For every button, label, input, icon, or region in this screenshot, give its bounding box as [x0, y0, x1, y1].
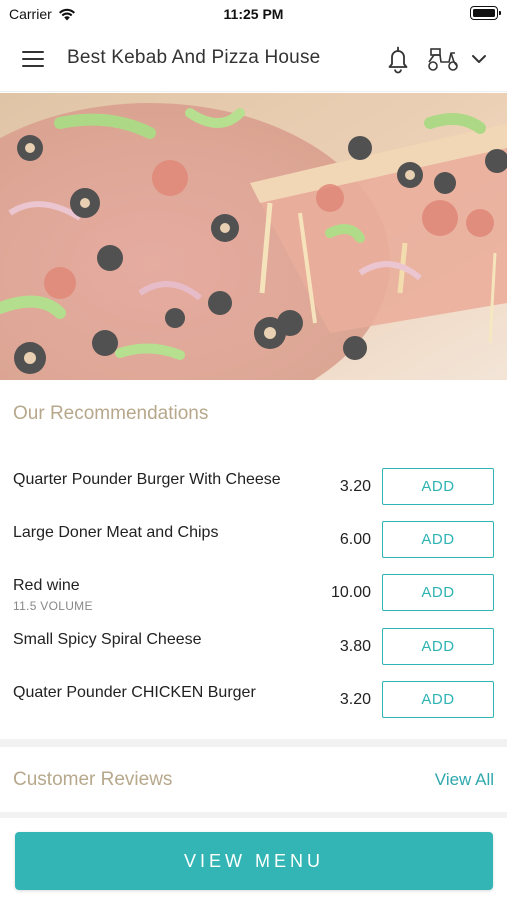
item-name: Large Doner Meat and Chips [13, 524, 219, 541]
item-price: 3.20 [339, 478, 371, 495]
list-item: Large Doner Meat and Chips 6.00 ADD [0, 521, 507, 577]
item-subtitle: 11.5 VOLUME [13, 599, 93, 613]
list-item: Small Spicy Spiral Cheese 3.80 ADD [0, 628, 507, 684]
add-button[interactable]: ADD [382, 628, 494, 665]
item-name: Quater Pounder CHICKEN Burger [13, 684, 256, 701]
app-header: Best Kebab And Pizza House [0, 28, 507, 92]
status-time: 11:25 PM [223, 6, 284, 22]
restaurant-title: Best Kebab And Pizza House [67, 47, 321, 68]
item-name: Red wine [13, 577, 80, 594]
status-bar: Carrier 11:25 PM [0, 0, 507, 28]
add-button[interactable]: ADD [382, 681, 494, 718]
hero-pizza-image [0, 93, 507, 380]
item-price: 3.20 [339, 691, 371, 708]
view-menu-button[interactable]: VIEW MENU [15, 832, 493, 890]
item-price: 6.00 [339, 531, 371, 548]
add-button[interactable]: ADD [382, 574, 494, 611]
scooter-delivery-icon[interactable] [426, 45, 460, 73]
add-button[interactable]: ADD [382, 468, 494, 505]
add-button[interactable]: ADD [382, 521, 494, 558]
hamburger-menu-icon[interactable] [22, 48, 46, 70]
list-item: Red wine 11.5 VOLUME 10.00 ADD [0, 574, 507, 630]
item-price: 10.00 [330, 584, 371, 601]
chevron-down-icon[interactable] [468, 48, 490, 70]
recommendations-title: Our Recommendations [13, 403, 209, 424]
bell-icon[interactable] [384, 44, 412, 74]
item-name: Quarter Pounder Burger With Cheese [13, 471, 281, 488]
section-divider [0, 739, 507, 747]
battery-icon [470, 6, 501, 20]
item-price: 3.80 [339, 638, 371, 655]
reviews-title: Customer Reviews [13, 769, 173, 790]
list-item: Quarter Pounder Burger With Cheese 3.20 … [0, 468, 507, 524]
view-all-reviews-link[interactable]: View All [435, 770, 494, 790]
list-item: Quater Pounder CHICKEN Burger 3.20 ADD [0, 681, 507, 737]
pizza-photo [0, 93, 507, 380]
item-name: Small Spicy Spiral Cheese [13, 631, 202, 648]
